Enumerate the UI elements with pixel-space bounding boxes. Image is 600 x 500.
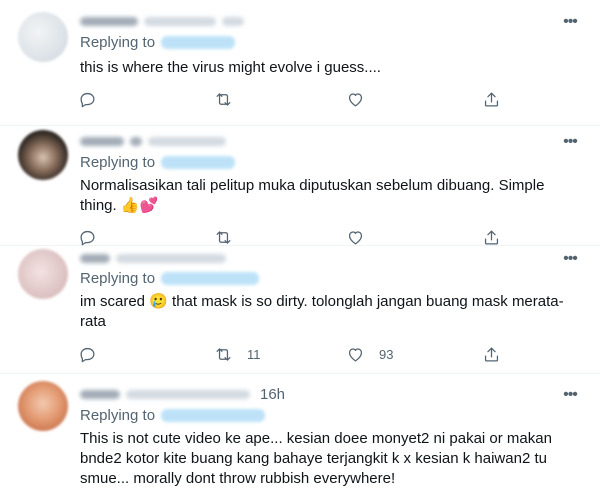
retweet-arrows-icon: [216, 92, 231, 106]
reply-bubble-icon: [80, 92, 95, 107]
replying-to-handle-redacted[interactable]: [161, 409, 266, 422]
author-name-redacted[interactable]: [80, 136, 124, 146]
tweet-reply-2[interactable]: ••• Replying to Normalisasikan tali peli…: [0, 125, 600, 246]
heart-icon: [348, 230, 363, 244]
retweet-button[interactable]: [214, 89, 247, 109]
author-handle-redacted[interactable]: [126, 389, 250, 399]
author-handle-redacted[interactable]: [116, 253, 226, 263]
replying-to: Replying to: [80, 34, 236, 51]
avatar[interactable]: [18, 12, 68, 62]
avatar[interactable]: [18, 130, 68, 180]
author-header: [80, 12, 244, 30]
replying-to-label: Replying to: [80, 270, 156, 287]
retweet-count: 11: [247, 346, 261, 362]
author-header: 16h: [80, 385, 285, 403]
retweet-button[interactable]: 11: [214, 344, 261, 364]
share-button[interactable]: [482, 89, 501, 109]
share-upload-icon: [484, 347, 499, 361]
share-upload-icon: [484, 230, 499, 244]
like-button[interactable]: 93: [346, 344, 393, 364]
retweet-button[interactable]: [214, 227, 247, 247]
reply-button[interactable]: [78, 89, 97, 109]
timestamp[interactable]: 16h: [260, 386, 285, 403]
author-header: [80, 132, 226, 150]
heart-icon: [348, 92, 363, 106]
replying-to-label: Replying to: [80, 34, 156, 51]
avatar[interactable]: [18, 381, 68, 431]
author-name-redacted[interactable]: [80, 389, 120, 399]
like-count: 93: [379, 346, 394, 362]
author-handle-redacted[interactable]: [148, 136, 226, 146]
share-button[interactable]: [482, 344, 501, 364]
tweet-reply-1[interactable]: ••• Replying to this is where the virus …: [0, 0, 600, 126]
tweet-reply-4[interactable]: 16h ••• Replying to This is not cute vid…: [0, 373, 600, 500]
replying-to: Replying to: [80, 270, 260, 287]
replying-to: Replying to: [80, 154, 236, 171]
tweet-text: this is where the virus might evolve i g…: [80, 59, 381, 76]
like-button[interactable]: [346, 227, 379, 247]
reply-bubble-icon: [80, 230, 95, 245]
replying-to-handle-redacted[interactable]: [161, 36, 236, 49]
replying-to-label: Replying to: [80, 407, 156, 424]
more-dots-icon[interactable]: •••: [560, 132, 580, 152]
replying-to-handle-redacted[interactable]: [161, 156, 236, 169]
reply-bubble-icon: [80, 347, 95, 362]
like-button[interactable]: [346, 89, 379, 109]
timestamp-redacted[interactable]: [222, 16, 244, 26]
share-upload-icon: [484, 92, 499, 106]
tweet-text: im scared 🥲 that mask is so dirty. tolon…: [80, 293, 564, 330]
replying-to-label: Replying to: [80, 154, 156, 171]
reply-thread: ••• Replying to this is where the virus …: [0, 0, 600, 500]
tweet-actions: 11 93: [78, 344, 501, 364]
heart-icon: [348, 347, 363, 361]
tweet-reply-3[interactable]: ••• Replying to im scared 🥲 that mask is…: [0, 245, 600, 374]
reply-button[interactable]: [78, 344, 97, 364]
tweet-actions: [78, 89, 501, 109]
reply-button[interactable]: [78, 227, 97, 247]
replying-to: Replying to: [80, 407, 266, 424]
more-dots-icon[interactable]: •••: [560, 12, 580, 32]
verified-badge-redacted: [130, 136, 142, 146]
tweet-actions: [78, 227, 501, 247]
author-handle-redacted[interactable]: [144, 16, 216, 26]
avatar[interactable]: [18, 249, 68, 299]
share-button[interactable]: [482, 227, 501, 247]
author-header: [80, 249, 226, 267]
tweet-text: Normalisasikan tali pelitup muka diputus…: [80, 177, 549, 214]
retweet-arrows-icon: [216, 347, 231, 361]
more-dots-icon[interactable]: •••: [560, 385, 580, 405]
retweet-arrows-icon: [216, 230, 231, 244]
tweet-text: This is not cute video ke ape... kesian …: [80, 430, 557, 487]
more-dots-icon[interactable]: •••: [560, 249, 580, 269]
author-name-redacted[interactable]: [80, 16, 138, 26]
author-name-redacted[interactable]: [80, 253, 110, 263]
replying-to-handle-redacted[interactable]: [161, 272, 260, 285]
